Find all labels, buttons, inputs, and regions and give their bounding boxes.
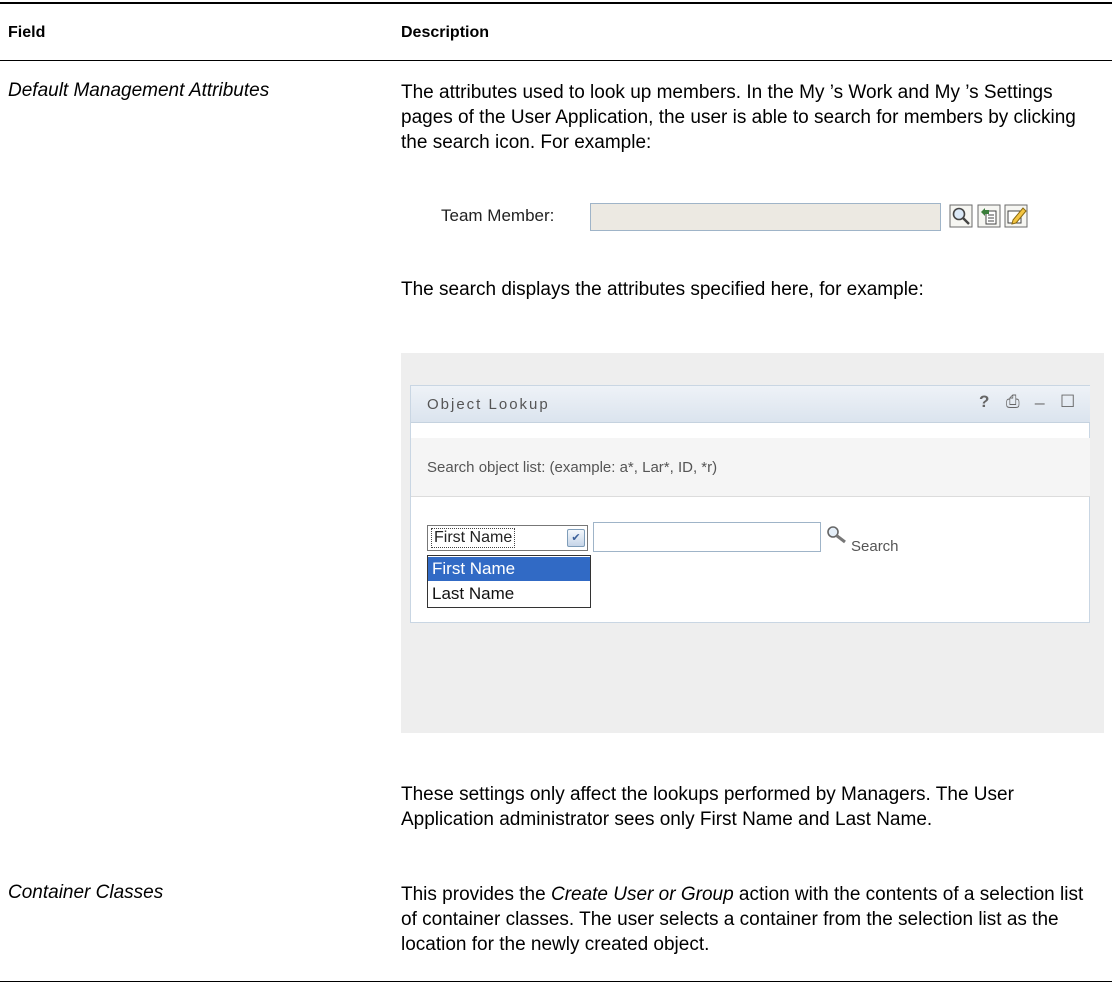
table-bottom-rule [0, 981, 1112, 982]
description-paragraph: The attributes used to look up members. … [401, 82, 1076, 153]
description-text: This provides the [401, 884, 551, 905]
column-header-description: Description [401, 24, 490, 41]
chevron-down-icon[interactable]: ✔ [567, 529, 585, 547]
maximize-icon[interactable]: ☐ [1060, 392, 1075, 412]
search-icon[interactable] [949, 204, 973, 228]
field-name-container-classes: Container Classes [8, 882, 164, 903]
search-hint: Search object list: (example: a*, Lar*, … [427, 459, 718, 476]
search-text-input[interactable] [593, 522, 821, 552]
description-paragraph: The search displays the attributes speci… [401, 279, 924, 300]
minimize-icon[interactable]: _ [1035, 386, 1044, 406]
object-lookup-title: Object Lookup [427, 396, 550, 413]
reset-icon[interactable] [1004, 204, 1028, 228]
team-member-label: Team Member: [441, 206, 555, 225]
search-button[interactable]: Search [851, 538, 899, 555]
print-icon[interactable]: ⎙ [1006, 392, 1020, 412]
help-icon[interactable]: ? [979, 392, 989, 412]
action-name-emphasis: Create User or Group [550, 884, 734, 905]
team-member-input[interactable] [590, 203, 941, 231]
search-icon[interactable] [826, 525, 848, 545]
attribute-select-value: First Name [431, 528, 516, 548]
history-icon[interactable] [977, 204, 1001, 228]
dropdown-option-first-name[interactable]: First Name [428, 557, 590, 581]
description-paragraph: These settings only affect the lookups p… [401, 784, 1014, 830]
table-top-rule [0, 2, 1112, 4]
dropdown-option-last-name[interactable]: Last Name [428, 582, 590, 606]
field-name-default-management-attributes: Default Management Attributes [8, 80, 270, 101]
table-header-rule [0, 60, 1112, 61]
column-header-field: Field [8, 24, 46, 41]
description-paragraph: This provides the Create User or Group a… [401, 882, 1101, 957]
